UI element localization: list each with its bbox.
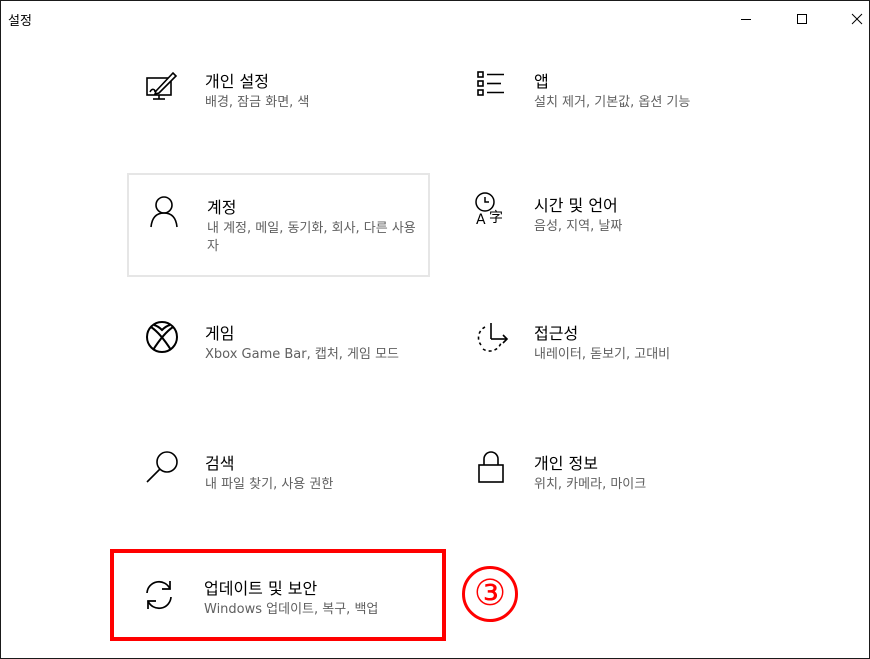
tile-apps[interactable]: 앱 설치 제거, 기본값, 옵션 기능 xyxy=(456,49,759,153)
tile-title: 접근성 xyxy=(534,324,579,343)
close-icon xyxy=(851,13,863,25)
step-number-badge: ③ xyxy=(462,566,518,622)
personalization-icon xyxy=(142,65,182,105)
tile-title: 계정 xyxy=(207,198,237,217)
tile-description: 배경, 잠금 화면, 색 xyxy=(205,95,310,110)
tile-title: 시간 및 언어 xyxy=(534,196,618,215)
tile-description: 설치 제거, 기본값, 옵션 기능 xyxy=(534,95,691,110)
ease-of-access-icon xyxy=(471,317,511,357)
svg-text:A: A xyxy=(476,212,486,228)
close-button[interactable] xyxy=(834,1,870,37)
tile-description: 내 계정, 메일, 동기화, 회사, 다른 사용자 xyxy=(207,221,416,254)
tile-update-security[interactable]: 업데이트 및 보안 Windows 업데이트, 복구, 백업 xyxy=(110,549,446,641)
maximize-icon xyxy=(797,14,807,24)
maximize-button[interactable] xyxy=(779,1,825,37)
tile-time-language[interactable]: A 字 시간 및 언어 음성, 지역, 날짜 xyxy=(456,173,759,277)
tile-description: 음성, 지역, 날짜 xyxy=(534,219,623,234)
person-icon xyxy=(144,191,184,231)
tile-search[interactable]: 검색 내 파일 찾기, 사용 권한 xyxy=(127,431,430,535)
minimize-icon xyxy=(741,19,751,20)
apps-icon xyxy=(471,65,511,105)
svg-text:字: 字 xyxy=(489,210,503,226)
minimize-button[interactable] xyxy=(723,1,769,37)
tile-description: 내 파일 찾기, 사용 권한 xyxy=(205,477,334,492)
tile-description: 내레이터, 돋보기, 고대비 xyxy=(534,347,671,362)
tile-description: Xbox Game Bar, 캡처, 게임 모드 xyxy=(205,347,400,362)
tile-title: 개인 설정 xyxy=(205,72,269,91)
tile-title: 앱 xyxy=(534,72,549,91)
tile-title: 게임 xyxy=(205,324,235,343)
time-language-icon: A 字 xyxy=(471,189,511,229)
tile-accounts[interactable]: 계정 내 계정, 메일, 동기화, 회사, 다른 사용자 xyxy=(127,173,430,277)
search-icon xyxy=(142,447,182,487)
settings-window: 설정 개인 설정 배경, 잠금 화면, 색 앱 설치 제거, 기본값, 옵션 기… xyxy=(0,0,870,659)
tile-ease-of-access[interactable]: 접근성 내레이터, 돋보기, 고대비 xyxy=(456,301,759,405)
tile-gaming[interactable]: 게임 Xbox Game Bar, 캡처, 게임 모드 xyxy=(127,301,430,405)
sync-icon xyxy=(139,575,179,615)
title-bar[interactable]: 설정 xyxy=(1,1,869,37)
tile-title: 개인 정보 xyxy=(534,454,598,473)
tile-title: 업데이트 및 보안 xyxy=(204,579,318,598)
window-title: 설정 xyxy=(8,14,32,29)
tile-personalization[interactable]: 개인 설정 배경, 잠금 화면, 색 xyxy=(127,49,430,153)
xbox-icon xyxy=(142,317,182,357)
tile-privacy[interactable]: 개인 정보 위치, 카메라, 마이크 xyxy=(456,431,759,535)
tile-description: Windows 업데이트, 복구, 백업 xyxy=(204,602,379,617)
lock-icon xyxy=(471,447,511,487)
tile-description: 위치, 카메라, 마이크 xyxy=(534,477,647,492)
tile-title: 검색 xyxy=(205,454,235,473)
